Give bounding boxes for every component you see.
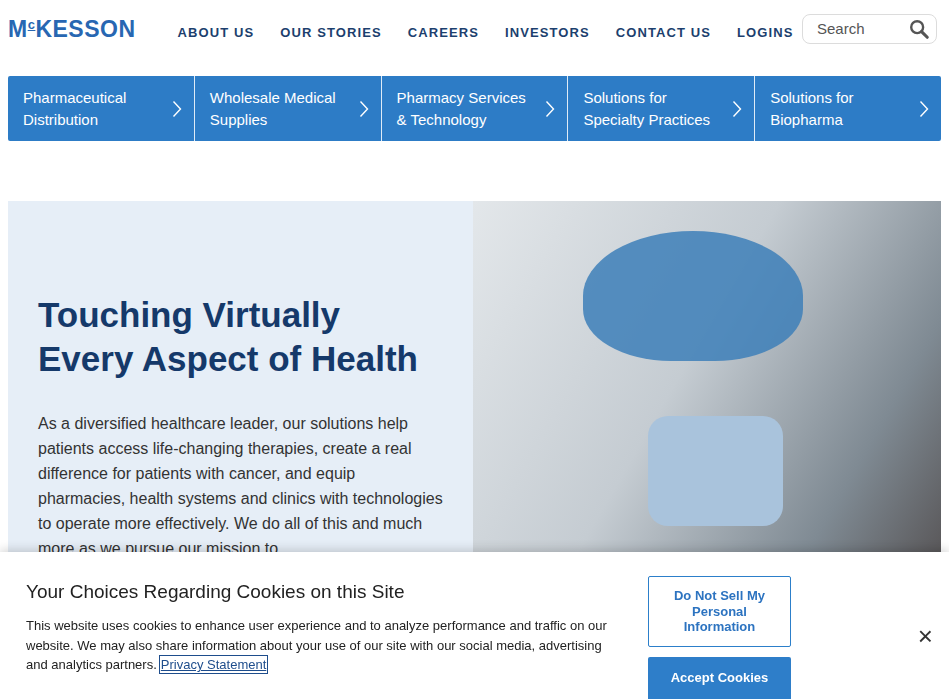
chevron-right-icon <box>732 100 742 118</box>
cookie-buttons: Do Not Sell My Personal Information Accep… <box>648 576 791 699</box>
do-not-sell-button[interactable]: Do Not Sell My Personal Information <box>648 576 791 647</box>
nav-link[interactable]: CAREERS <box>408 15 479 43</box>
category-label: PharmaceuticalDistribution <box>23 87 166 131</box>
top-nav: ABOUT US OUR STORIES CAREERS INVESTORS CONTA… <box>178 15 794 43</box>
category-tab[interactable]: Wholesale MedicalSupplies <box>194 76 381 141</box>
close-button[interactable]: × <box>914 624 937 648</box>
accept-button[interactable]: Accept Cookies <box>648 657 791 699</box>
label-line: Distribution <box>23 109 166 131</box>
label-line: Solutions for <box>583 87 726 109</box>
label-line: & Technology <box>397 109 540 131</box>
search-input[interactable] <box>817 15 908 44</box>
cookie-banner: Your Choices Regarding Cookies on this S… <box>0 552 949 699</box>
nav-link[interactable]: INVESTORS <box>505 15 590 43</box>
label-line: Pharmaceutical <box>23 87 166 109</box>
category-label: Solutions forSpecialty Practices <box>583 87 726 131</box>
site-header: McKESSON ABOUT US OUR STORIES CAREERS INVES… <box>0 0 949 58</box>
logo-word: KESSON <box>35 16 135 42</box>
privacy-link[interactable]: Privacy Statement <box>161 657 267 672</box>
cookie-title: Your Choices Regarding Cookies on this S… <box>26 580 611 604</box>
category-label: Pharmacy Services& Technology <box>397 87 540 131</box>
cookie-body: This website uses cookies to enhance use… <box>26 618 607 672</box>
title-line: Touching Virtually <box>38 293 443 337</box>
label-line: Solutions for <box>770 87 913 109</box>
label-line: Specialty Practices <box>583 109 726 131</box>
nav-link[interactable]: OUR STORIES <box>280 15 381 43</box>
category-tab[interactable]: Solutions forSpecialty Practices <box>567 76 754 141</box>
nav-link[interactable]: LOGINS <box>737 15 793 43</box>
category-tab[interactable]: Solutions forBiopharma <box>754 76 941 141</box>
chevron-right-icon <box>172 100 182 118</box>
chevron-right-icon <box>919 100 929 118</box>
magnifier-icon[interactable] <box>908 18 930 40</box>
cookie-text-block: Your Choices Regarding Cookies on this S… <box>26 576 611 699</box>
title-line: Every Aspect of Health <box>38 337 443 381</box>
nav-link[interactable]: ABOUT US <box>178 15 255 43</box>
label-line: Pharmacy Services <box>397 87 540 109</box>
category-tab[interactable]: Pharmacy Services& Technology <box>381 76 568 141</box>
nav-link[interactable]: CONTACT US <box>616 15 711 43</box>
logo[interactable]: McKESSON <box>8 18 136 41</box>
category-tab[interactable]: PharmaceuticalDistribution <box>8 76 194 141</box>
label-line: Wholesale Medical <box>210 87 353 109</box>
category-label: Solutions forBiopharma <box>770 87 913 131</box>
cookie-text: This website uses cookies to enhance use… <box>26 616 611 675</box>
label-line: Supplies <box>210 109 353 131</box>
hero-title: Touching VirtuallyEvery Aspect of Health <box>38 293 443 381</box>
category-bar: PharmaceuticalDistribution Wholesale Medi… <box>8 76 941 141</box>
label-line: Biopharma <box>770 109 913 131</box>
search-box <box>802 14 937 45</box>
hero-body: As a diversified healthcare leader, our … <box>38 411 443 561</box>
logo-letter: c <box>28 17 36 32</box>
chevron-right-icon <box>545 100 555 118</box>
category-label: Wholesale MedicalSupplies <box>210 87 353 131</box>
logo-letter: M <box>8 16 28 42</box>
chevron-right-icon <box>359 100 369 118</box>
